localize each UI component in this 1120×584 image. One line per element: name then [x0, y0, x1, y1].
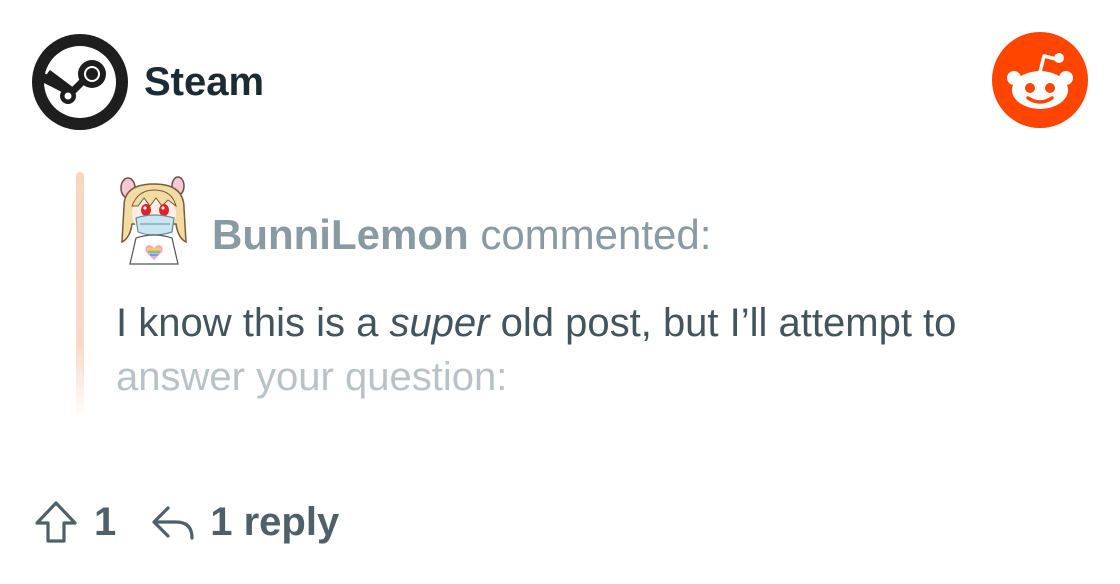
avatar[interactable]: [118, 176, 190, 268]
comment-action: commented:: [480, 211, 712, 258]
comment-text-after: old post, but I’ll attempt to: [489, 301, 957, 345]
comment-attribution: BunniLemon commented:: [212, 210, 711, 260]
upvote-arrow-icon[interactable]: [32, 498, 80, 546]
reddit-logo-icon: [992, 32, 1088, 128]
upvote-count: 1: [94, 499, 117, 544]
comment-text-emphasis: super: [389, 301, 490, 345]
steam-icon[interactable]: [32, 34, 128, 130]
username[interactable]: BunniLemon: [212, 211, 469, 258]
comment-text-before: I know this is a: [116, 301, 390, 345]
comment-body: I know this is a super old post, but I’l…: [116, 296, 1056, 404]
post-footer: 1 1 reply: [32, 494, 339, 550]
community-name[interactable]: Steam: [144, 58, 264, 106]
post-header: Steam: [32, 32, 1088, 130]
comment-line-2: answer your question:: [116, 355, 508, 399]
comment-line-1: I know this is a super old post, but I’l…: [116, 296, 1056, 350]
reply-arrow-icon[interactable]: [148, 498, 196, 546]
quote-bar: [76, 172, 84, 420]
reply-button[interactable]: 1 reply: [210, 500, 339, 545]
